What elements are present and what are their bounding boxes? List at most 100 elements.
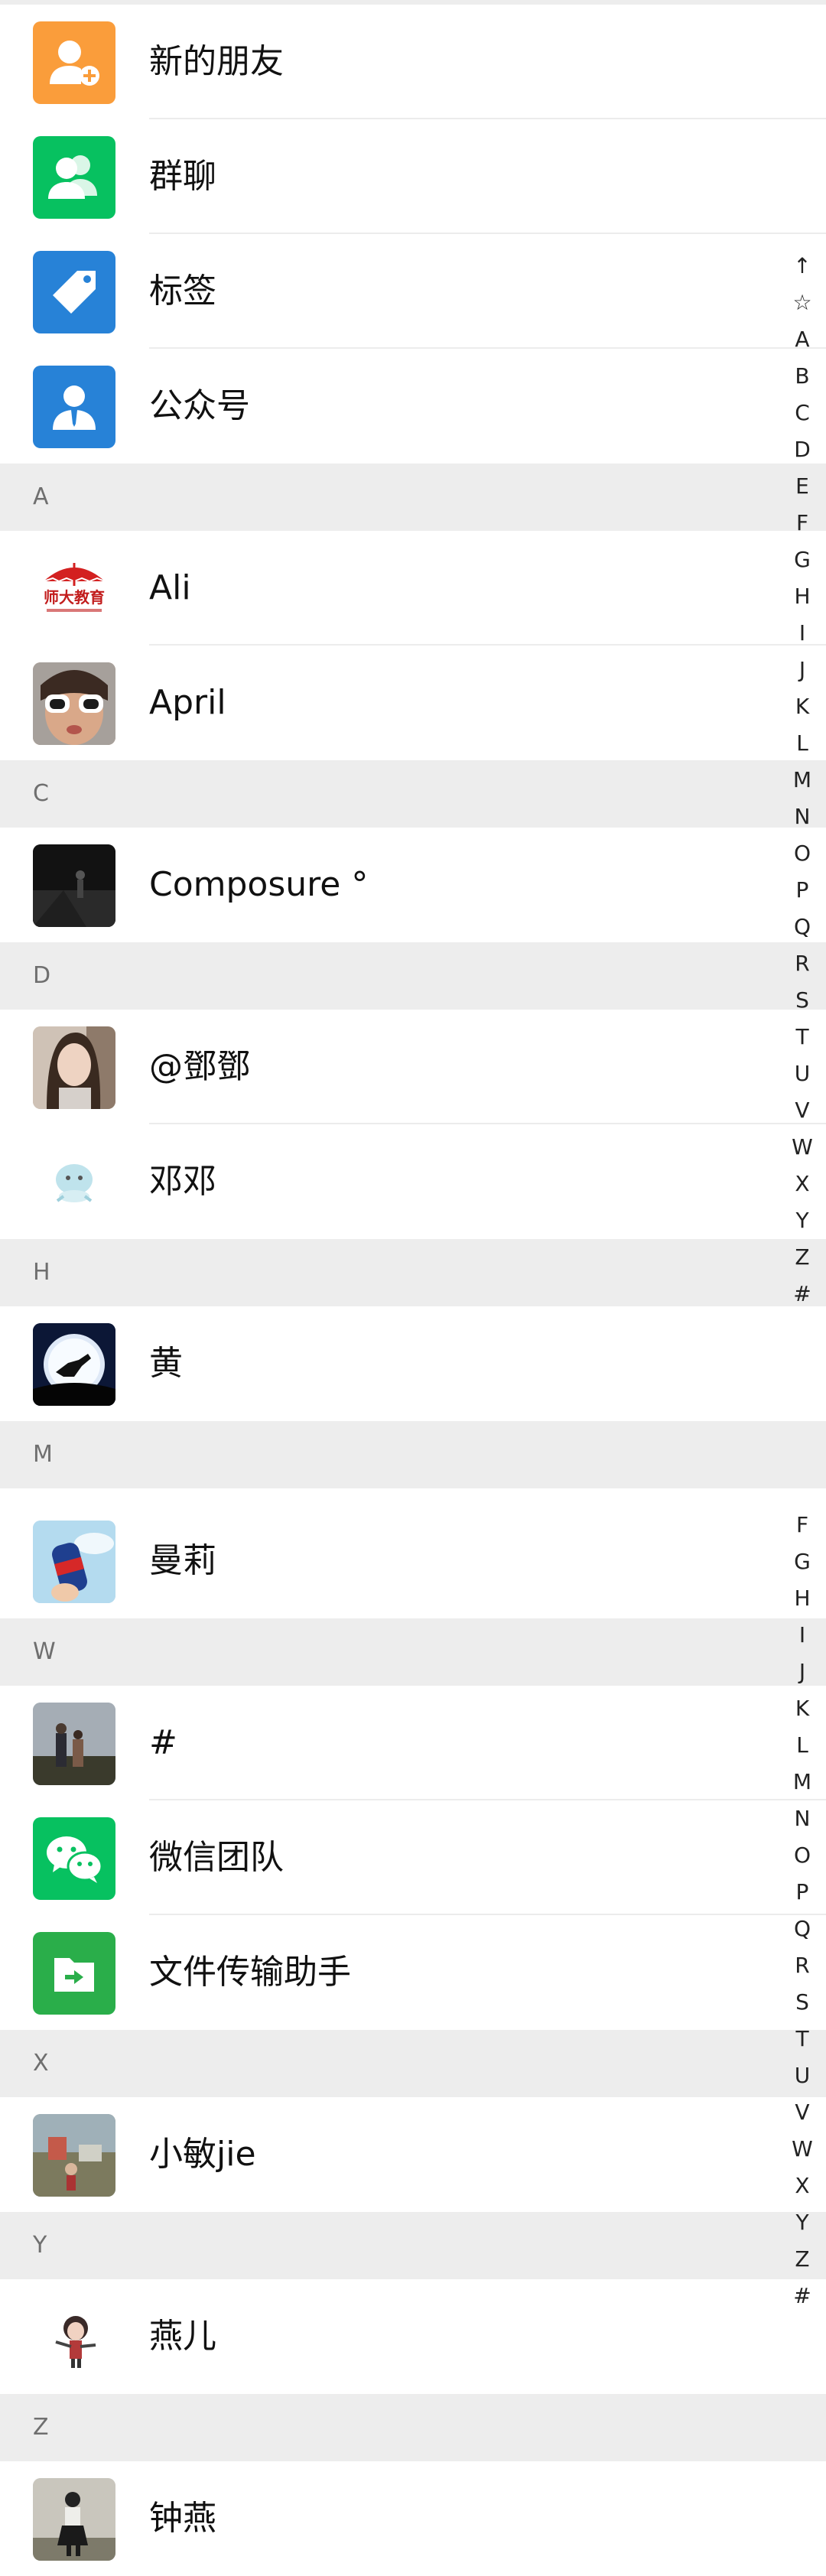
contact-row-zhongyan[interactable]: 钟燕 — [0, 2461, 826, 2576]
alphabet-index-bar[interactable]: ↑ ☆ A B C D E F G H I J K L M N O P Q R S T U V W X Y Z # — [787, 248, 818, 1312]
group-chat-icon — [33, 136, 115, 219]
official-accounts-row[interactable]: 公众号 — [0, 349, 826, 463]
section-letter: X — [33, 2050, 49, 2077]
index-letter[interactable]: B — [787, 358, 818, 395]
index-letter[interactable]: U — [787, 1055, 818, 1092]
index-letter[interactable]: Z — [787, 1239, 818, 1276]
index-letter[interactable]: K — [787, 688, 818, 725]
index-letter[interactable]: W — [787, 1129, 818, 1166]
index-letter[interactable]: J — [787, 1654, 818, 1690]
contact-row-dengdeng[interactable]: 邓邓 — [0, 1124, 826, 1239]
group-chats-label: 群聊 — [149, 157, 216, 196]
index-letter[interactable]: N — [787, 1800, 818, 1837]
section-header-c: C — [0, 760, 826, 828]
add-friend-icon — [33, 21, 115, 104]
official-accounts-label: 公众号 — [149, 386, 250, 425]
index-letter[interactable]: S — [787, 1984, 818, 2021]
tags-row[interactable]: 标签 — [0, 234, 826, 349]
contact-name: 曼莉 — [149, 1541, 216, 1580]
index-letter[interactable]: V — [787, 2094, 818, 2131]
index-letter[interactable]: L — [787, 725, 818, 762]
contact-name: # — [149, 1723, 177, 1762]
index-letter[interactable]: I — [787, 1617, 818, 1654]
section-letter: H — [33, 1259, 50, 1286]
contact-avatar — [33, 2478, 115, 2561]
index-letter[interactable]: P — [787, 872, 818, 909]
contact-name: 黄 — [149, 1344, 183, 1383]
contact-row-april[interactable]: April — [0, 646, 826, 760]
contact-row-file-helper[interactable]: 文件传输助手 — [0, 1915, 826, 2030]
index-letter[interactable]: A — [787, 321, 818, 358]
contact-row-yaner[interactable]: 燕儿 — [0, 2279, 826, 2394]
index-letter[interactable]: X — [787, 2168, 818, 2204]
section-letter: Z — [33, 2414, 49, 2441]
group-chats-row[interactable]: 群聊 — [0, 119, 826, 234]
index-letter[interactable]: Z — [787, 2241, 818, 2278]
index-letter[interactable]: Q — [787, 909, 818, 945]
section-letter: D — [33, 962, 51, 989]
section-header-z: Z — [0, 2394, 826, 2461]
index-letter[interactable]: Q — [787, 1911, 818, 1947]
index-letter[interactable]: C — [787, 395, 818, 431]
index-letter[interactable]: F — [787, 1507, 818, 1543]
contact-name: 小敏jie — [149, 2135, 256, 2174]
index-letter[interactable]: W — [787, 2131, 818, 2168]
contact-row-wechat-team[interactable]: 微信团队 — [0, 1800, 826, 1915]
index-letter[interactable]: I — [787, 615, 818, 652]
index-letter[interactable]: # — [787, 1276, 818, 1312]
index-letter[interactable]: H — [787, 578, 818, 615]
contact-avatar — [33, 1026, 115, 1109]
index-letter[interactable]: N — [787, 798, 818, 835]
contact-avatar — [33, 1141, 115, 1224]
index-letter[interactable]: D — [787, 431, 818, 468]
index-letter[interactable]: G — [787, 1543, 818, 1580]
section-header-h: H — [0, 1239, 826, 1306]
index-letter[interactable]: O — [787, 1837, 818, 1874]
index-letter[interactable]: E — [787, 468, 818, 505]
section-letter: Y — [33, 2232, 47, 2259]
index-letter[interactable]: L — [787, 1727, 818, 1764]
contact-row-manli[interactable]: 曼莉 — [0, 1504, 826, 1618]
index-letter[interactable]: G — [787, 542, 818, 578]
index-letter[interactable]: S — [787, 982, 818, 1019]
index-letter[interactable]: X — [787, 1166, 818, 1202]
contact-name: 燕儿 — [149, 2317, 216, 2356]
index-letter[interactable]: M — [787, 762, 818, 798]
index-letter[interactable]: O — [787, 835, 818, 872]
index-letter[interactable]: R — [787, 945, 818, 982]
index-letter[interactable]: ☆ — [787, 285, 818, 321]
new-friends-label: 新的朋友 — [149, 42, 284, 81]
contact-name: Ali — [149, 568, 191, 607]
index-letter[interactable]: F — [787, 505, 818, 542]
index-letter[interactable]: Y — [787, 1202, 818, 1239]
section-header-y: Y — [0, 2212, 826, 2279]
contact-avatar — [33, 2296, 115, 2379]
contact-name: 邓邓 — [149, 1162, 216, 1201]
index-letter[interactable]: K — [787, 1690, 818, 1727]
index-letter[interactable]: M — [787, 1764, 818, 1800]
contact-avatar — [33, 1323, 115, 1406]
contact-row-composure[interactable]: Composure ° — [0, 828, 826, 942]
index-letter[interactable]: J — [787, 652, 818, 688]
index-letter[interactable]: Y — [787, 2204, 818, 2241]
index-letter[interactable]: T — [787, 2021, 818, 2057]
contact-row-dengdeng-at[interactable]: @鄧鄧 — [0, 1010, 826, 1124]
contact-row-huang[interactable]: 黄 — [0, 1306, 826, 1421]
index-letter[interactable]: ↑ — [787, 248, 818, 285]
index-letter[interactable]: P — [787, 1874, 818, 1911]
contact-row-hash[interactable]: # — [0, 1686, 826, 1800]
svg-text:师大教育: 师大教育 — [44, 588, 105, 607]
index-letter[interactable]: # — [787, 2278, 818, 2314]
tag-icon — [33, 251, 115, 333]
new-friends-row[interactable]: 新的朋友 — [0, 5, 826, 119]
index-letter[interactable]: H — [787, 1580, 818, 1617]
index-letter[interactable]: R — [787, 1947, 818, 1984]
index-letter[interactable]: V — [787, 1092, 818, 1129]
contact-row-xiaomin[interactable]: 小敏jie — [0, 2097, 826, 2212]
index-letter[interactable]: T — [787, 1019, 818, 1055]
contacts-page: 新的朋友 群聊 标签 公众号 A 师大教育 Ali April C Compos… — [0, 0, 826, 2576]
wechat-icon — [33, 1817, 115, 1900]
index-letter[interactable]: U — [787, 2057, 818, 2094]
contact-row-ali[interactable]: 师大教育 Ali — [0, 531, 826, 646]
alphabet-index-bar-overlay[interactable]: F G H I J K L M N O P Q R S T U V W X Y Z # — [787, 1507, 818, 2314]
